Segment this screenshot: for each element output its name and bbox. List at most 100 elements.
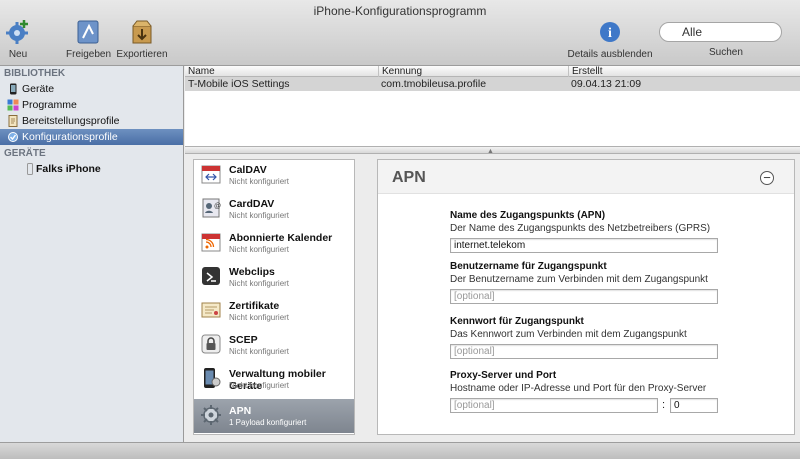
field-label: Benutzername für Zugangspunkt bbox=[450, 261, 607, 272]
new-label: Neu bbox=[8, 49, 28, 60]
payload-status: Nicht konfiguriert bbox=[229, 245, 290, 254]
payload-list: CalDAV Nicht konfiguriert @ CardDAV Nich… bbox=[193, 159, 355, 435]
apn-name-input[interactable] bbox=[450, 238, 718, 253]
table-cell-created: 09.04.13 21:09 bbox=[571, 78, 642, 90]
payload-status: Nicht konfiguriert bbox=[229, 177, 290, 186]
payload-title: APN bbox=[229, 405, 252, 417]
payload-item-subscribed-calendars[interactable]: Abonnierte Kalender Nicht konfiguriert bbox=[194, 226, 354, 260]
bottom-status-bar bbox=[0, 442, 800, 459]
detail-header: APN − bbox=[378, 160, 794, 194]
field-description: Der Name des Zugangspunkts des Netzbetre… bbox=[450, 223, 711, 234]
provisioning-icon bbox=[7, 115, 19, 127]
table-cell-identifier: com.tmobileusa.profile bbox=[381, 78, 487, 90]
sidebar-item-label: Konfigurationsprofile bbox=[22, 131, 118, 143]
contacts-icon: @ bbox=[200, 197, 222, 219]
iphone-icon bbox=[7, 83, 19, 95]
details-label: Details ausblenden bbox=[567, 49, 653, 60]
profiles-table: Name Kennung Erstellt T-Mobile iOS Setti… bbox=[185, 66, 800, 146]
sidebar-item-configuration-profiles[interactable]: Konfigurationsprofile bbox=[0, 129, 183, 145]
toolbar: iPhone-Konfigurationsprogramm Neu Freige… bbox=[0, 0, 800, 66]
share-button[interactable]: Freigeben bbox=[66, 18, 112, 60]
proxy-field-group: Proxy-Server und Port Hostname oder IP-A… bbox=[450, 370, 718, 417]
payload-status: Nicht konfiguriert bbox=[229, 211, 290, 220]
gear-icon bbox=[200, 404, 222, 426]
sidebar-item-provisioning[interactable]: Bereitstellungsprofile bbox=[0, 113, 183, 129]
rss-calendar-icon bbox=[200, 231, 222, 253]
sidebar-item-label: Falks iPhone bbox=[36, 163, 101, 175]
sidebar-item-label: Programme bbox=[22, 99, 77, 111]
details-toggle-button[interactable]: i Details ausblenden bbox=[566, 18, 654, 60]
proxy-host-input[interactable] bbox=[450, 398, 658, 413]
sidebar-item-devices[interactable]: Geräte bbox=[0, 81, 183, 97]
export-box-icon bbox=[126, 18, 158, 46]
profile-editor: CalDAV Nicht konfiguriert @ CardDAV Nich… bbox=[185, 154, 800, 442]
username-input[interactable] bbox=[450, 289, 718, 304]
svg-text:i: i bbox=[608, 26, 612, 41]
certificate-icon bbox=[200, 299, 222, 321]
sidebar-item-label: Geräte bbox=[22, 83, 55, 95]
payload-title: CardDAV bbox=[229, 198, 275, 210]
phone-outline-icon bbox=[24, 163, 36, 175]
detail-title: APN bbox=[392, 169, 426, 186]
sidebar-item-label: Bereitstellungsprofile bbox=[22, 115, 120, 127]
devices-header: GERÄTE bbox=[4, 148, 46, 159]
apps-icon bbox=[7, 99, 19, 111]
port-separator: : bbox=[662, 399, 666, 411]
remove-payload-button[interactable]: − bbox=[760, 171, 774, 185]
apn-name-field-group: Name des Zugangspunkts (APN) Der Name de… bbox=[450, 210, 718, 253]
sidebar-item-device[interactable]: Falks iPhone bbox=[0, 161, 183, 177]
payload-item-carddav[interactable]: @ CardDAV Nicht konfiguriert bbox=[194, 192, 354, 226]
gear-check-icon bbox=[7, 131, 19, 143]
username-field-group: Benutzername für Zugangspunkt Der Benutz… bbox=[450, 261, 718, 304]
payload-status: Nicht konfiguriert bbox=[229, 279, 290, 288]
new-button[interactable]: Neu bbox=[2, 18, 34, 60]
payload-status: 1 Payload konfiguriert bbox=[229, 418, 307, 427]
payload-item-webclips[interactable]: Webclips Nicht konfiguriert bbox=[194, 260, 354, 294]
payload-status: Nicht konfiguriert bbox=[229, 381, 290, 390]
payload-item-mobile-device-management[interactable]: Verwaltung mobiler Geräte Nicht konfigur… bbox=[194, 362, 354, 396]
library-header: BIBLIOTHEK bbox=[4, 68, 66, 79]
password-input[interactable] bbox=[450, 344, 718, 359]
field-label: Proxy-Server und Port bbox=[450, 370, 557, 381]
new-profile-icon bbox=[2, 18, 34, 46]
password-field-group: Kennwort für Zugangspunkt Das Kennwort z… bbox=[450, 316, 718, 359]
svg-text:@: @ bbox=[214, 203, 221, 210]
payload-title: CalDAV bbox=[229, 164, 267, 176]
payload-status: Nicht konfiguriert bbox=[229, 347, 290, 356]
share-label: Freigeben bbox=[66, 49, 112, 60]
column-header-name[interactable]: Name bbox=[185, 66, 215, 77]
proxy-port-input[interactable] bbox=[670, 398, 718, 413]
payload-item-caldav[interactable]: CalDAV Nicht konfiguriert bbox=[194, 160, 354, 192]
export-button[interactable]: Exportieren bbox=[116, 18, 168, 60]
field-description: Das Kennwort zum Verbinden mit dem Zugan… bbox=[450, 329, 687, 340]
field-description: Hostname oder IP-Adresse und Port für de… bbox=[450, 383, 707, 394]
field-label: Kennwort für Zugangspunkt bbox=[450, 316, 584, 327]
lock-icon bbox=[200, 333, 222, 355]
payload-item-apn[interactable]: APN 1 Payload konfiguriert bbox=[194, 399, 354, 433]
table-cell-name: T-Mobile iOS Settings bbox=[188, 78, 290, 90]
table-row[interactable]: T-Mobile iOS Settings com.tmobileusa.pro… bbox=[185, 77, 800, 91]
sidebar: BIBLIOTHEK Geräte Programme Bereitstellu… bbox=[0, 66, 184, 442]
share-icon bbox=[72, 18, 104, 46]
payload-title: Zertifikate bbox=[229, 300, 280, 312]
column-header-identifier[interactable]: Kennung bbox=[378, 66, 422, 77]
calendar-icon bbox=[200, 163, 222, 185]
payload-item-certificates[interactable]: Zertifikate Nicht konfiguriert bbox=[194, 294, 354, 328]
table-header: Name Kennung Erstellt bbox=[185, 66, 800, 77]
info-icon: i bbox=[594, 18, 626, 46]
export-label: Exportieren bbox=[116, 49, 168, 60]
payload-status: Nicht konfiguriert bbox=[229, 313, 290, 322]
field-description: Der Benutzername zum Verbinden mit dem Z… bbox=[450, 274, 708, 285]
proxy-row: : bbox=[450, 398, 718, 417]
search-label: Suchen bbox=[709, 47, 743, 58]
search-input[interactable] bbox=[659, 22, 782, 42]
field-label: Name des Zugangspunkts (APN) bbox=[450, 210, 606, 221]
split-view-handle[interactable]: ▲ bbox=[185, 146, 800, 155]
sidebar-item-apps[interactable]: Programme bbox=[0, 97, 183, 113]
payload-title: Webclips bbox=[229, 266, 275, 278]
payload-item-scep[interactable]: SCEP Nicht konfiguriert bbox=[194, 328, 354, 362]
mobile-management-icon bbox=[200, 367, 222, 389]
payload-title: Abonnierte Kalender bbox=[229, 232, 333, 244]
apn-detail-pane: APN − Name des Zugangspunkts (APN) Der N… bbox=[377, 159, 795, 435]
column-header-created[interactable]: Erstellt bbox=[568, 66, 603, 77]
